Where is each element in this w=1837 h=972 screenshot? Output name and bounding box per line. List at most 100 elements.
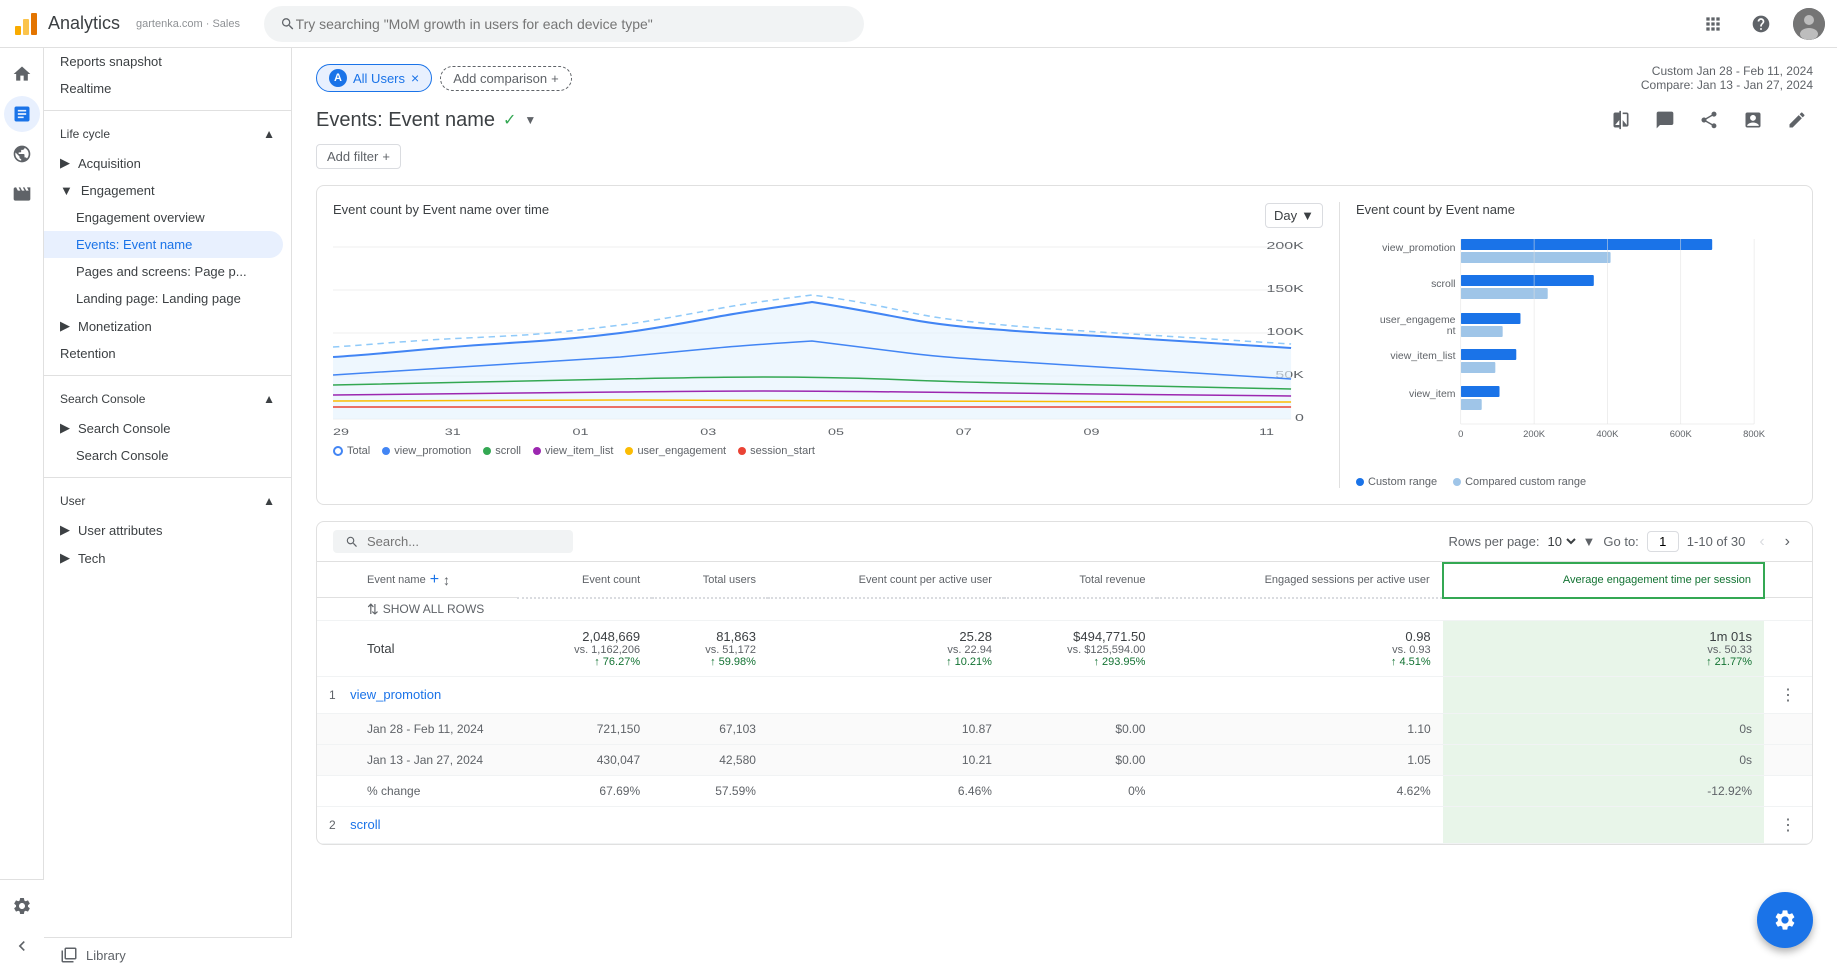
row1-change-count-active: 6.46%: [768, 775, 1004, 806]
sidebar-library[interactable]: Library: [44, 937, 292, 972]
chevron-up-icon3: ▲: [263, 494, 275, 508]
col-avg-engagement: Average engagement time per session: [1443, 563, 1764, 598]
sidebar-events-event-name[interactable]: Events: Event name: [44, 231, 283, 258]
sidebar-pages-screens[interactable]: Pages and screens: Page p...: [44, 258, 283, 285]
sidebar-search-console-item2[interactable]: Search Console: [44, 442, 283, 469]
insights-icon-btn[interactable]: [1737, 104, 1769, 136]
collapse-icon: [12, 936, 32, 956]
goto-input[interactable]: [1647, 531, 1679, 552]
sidebar-realtime[interactable]: Realtime: [44, 75, 283, 102]
sidebar-engagement-group[interactable]: ▼ Engagement: [44, 177, 291, 204]
date-range-text[interactable]: Custom Jan 28 - Feb 11, 2024: [1641, 64, 1813, 78]
sidebar-tech-group[interactable]: ▶ Tech: [44, 544, 291, 572]
sidebar-reports-snapshot[interactable]: Reports snapshot: [44, 48, 283, 75]
add-comparison-button[interactable]: Add comparison +: [440, 66, 572, 91]
filter-add-icon: +: [382, 149, 390, 164]
row1-change-avg: -12.92%: [1443, 775, 1764, 806]
row1-period2-engaged: 1.05: [1157, 744, 1442, 775]
row1-period1-users: 67,103: [652, 713, 768, 744]
table-pagination: Rows per page: 10 25 50 ▼ Go to: 1-10 of…: [1448, 531, 1796, 553]
col-event-count-active: Event count per active user: [768, 563, 1004, 598]
library-icon: [60, 946, 78, 964]
table-search-icon: [345, 535, 359, 549]
share-icon-btn[interactable]: [1693, 104, 1725, 136]
table-search[interactable]: [333, 530, 573, 553]
bar-legend-compared-dot: [1453, 478, 1461, 486]
all-users-chip[interactable]: A All Users ×: [316, 64, 432, 92]
sidebar-lifecycle-header[interactable]: Life cycle ▲: [44, 119, 291, 149]
collapse-sidebar-btn[interactable]: [4, 928, 40, 964]
sort-arrow-icon[interactable]: ↕: [443, 572, 450, 588]
col-event-count: Event count: [517, 563, 652, 598]
nav-reports-btn[interactable]: [4, 96, 40, 132]
svg-text:05: 05: [828, 427, 844, 437]
settings-icon: [12, 896, 32, 916]
table-search-input[interactable]: [367, 534, 543, 549]
nav-advertising-btn[interactable]: [4, 176, 40, 212]
add-column-icon[interactable]: +: [430, 571, 439, 589]
table-toolbar: Rows per page: 10 25 50 ▼ Go to: 1-10 of…: [317, 522, 1812, 562]
sidebar-user-attributes-group[interactable]: ▶ User attributes: [44, 516, 291, 544]
svg-text:11: 11: [1259, 427, 1274, 437]
day-selector[interactable]: Day ▼: [1265, 203, 1323, 228]
row1-link[interactable]: view_promotion: [350, 687, 441, 702]
app-title: Analytics: [48, 13, 120, 34]
account-text: gartenka.com · Sales: [136, 18, 240, 30]
fab-settings-button[interactable]: [1757, 892, 1813, 948]
apps-icon-btn[interactable]: [1697, 8, 1729, 40]
sidebar-monetization-group[interactable]: ▶ Monetization: [44, 312, 291, 340]
add-filter-button[interactable]: Add filter +: [316, 144, 401, 169]
nav-explore-btn[interactable]: [4, 136, 40, 172]
nav-home-btn[interactable]: [4, 56, 40, 92]
global-search[interactable]: [264, 6, 864, 42]
svg-text:400K: 400K: [1596, 429, 1619, 439]
bar-legend-compared: Compared custom range: [1453, 476, 1586, 488]
svg-text:150K: 150K: [1267, 283, 1304, 294]
explore-icon: [12, 144, 32, 164]
row1-actions: ⋮: [1764, 676, 1812, 713]
row2-users-empty: [652, 806, 768, 843]
legend-scroll-dot: [483, 447, 491, 455]
row2-name-cell: 2 scroll: [317, 806, 517, 843]
day-selector-label: Day: [1274, 208, 1297, 223]
sidebar-user-header[interactable]: User ▲: [44, 486, 291, 516]
settings-icon-btn[interactable]: [4, 888, 40, 924]
sidebar-search-console-header[interactable]: Search Console ▲: [44, 384, 291, 414]
sidebar-engagement-overview[interactable]: Engagement overview: [44, 204, 283, 231]
col-event-name: Event name + ↕: [317, 563, 517, 598]
row2-link[interactable]: scroll: [350, 817, 380, 832]
annotation-icon-btn[interactable]: [1649, 104, 1681, 136]
rows-per-page-select[interactable]: 10 25 50: [1544, 533, 1579, 550]
edit-icon: [1787, 110, 1807, 130]
edit-icon-btn[interactable]: [1781, 104, 1813, 136]
topbar: Analytics gartenka.com · Sales: [0, 0, 1837, 48]
show-all-rows-row: ⇅ SHOW ALL ROWS: [317, 598, 1812, 621]
next-page-button[interactable]: ›: [1779, 531, 1796, 553]
title-dropdown-icon[interactable]: ▼: [524, 113, 536, 127]
page-header: A All Users × Add comparison + Custom Ja…: [316, 64, 1813, 92]
row2-more-icon[interactable]: ⋮: [1776, 817, 1800, 834]
add-icon: +: [551, 71, 559, 86]
row1-period1-count-active: 10.87: [768, 713, 1004, 744]
show-all-rows-button[interactable]: ⇅ SHOW ALL ROWS: [367, 601, 1800, 618]
search-input[interactable]: [296, 16, 848, 32]
user-avatar[interactable]: [1793, 8, 1825, 40]
legend-session-start: session_start: [738, 445, 815, 457]
svg-text:0: 0: [1295, 412, 1304, 423]
sidebar-acquisition-group[interactable]: ▶ Acquisition: [44, 149, 291, 177]
sidebar-retention[interactable]: Retention: [44, 340, 283, 367]
row1-more-icon[interactable]: ⋮: [1776, 687, 1800, 704]
row1-event-count-empty: [517, 676, 652, 713]
prev-page-button[interactable]: ‹: [1753, 531, 1770, 553]
compare-columns-icon-btn[interactable]: [1605, 104, 1637, 136]
bar-chart-svg: view_promotion scroll user_engageme nt v…: [1356, 229, 1796, 469]
svg-text:scroll: scroll: [1431, 279, 1455, 290]
row1-change-label: % change: [317, 775, 517, 806]
help-icon: [1751, 14, 1771, 34]
legend-user-engagement: user_engagement: [625, 445, 726, 457]
row1-change-users: 57.59%: [652, 775, 768, 806]
sidebar-search-console-item1[interactable]: ▶ Search Console: [44, 414, 291, 442]
row1-users-empty: [652, 676, 768, 713]
sidebar-landing-page[interactable]: Landing page: Landing page: [44, 285, 283, 312]
help-icon-btn[interactable]: [1745, 8, 1777, 40]
